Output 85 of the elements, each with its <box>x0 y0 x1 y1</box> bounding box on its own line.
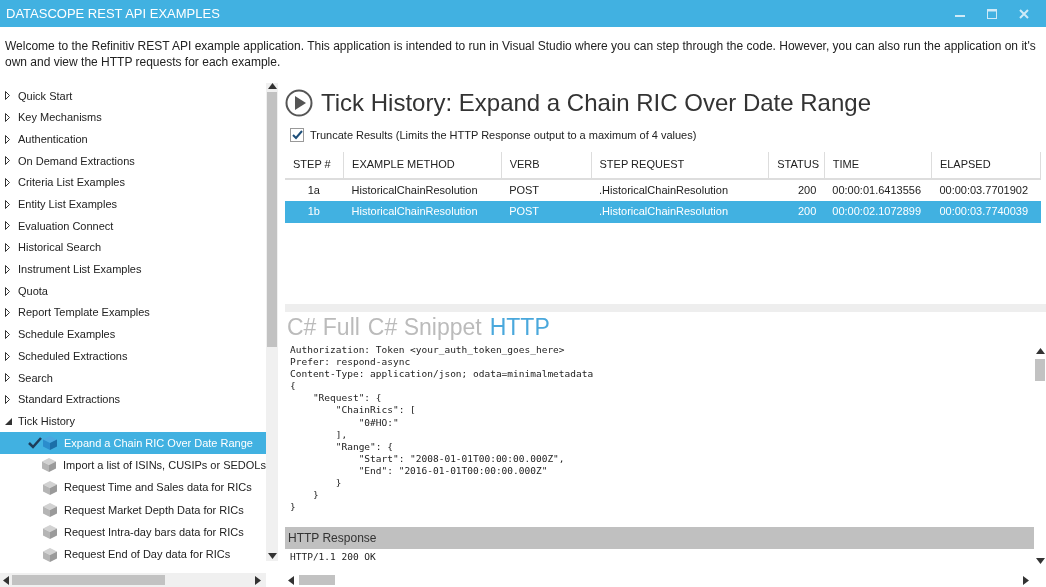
tree-item[interactable]: Standard Extractions <box>18 391 121 408</box>
tree-item[interactable]: Request End of Day data for RICs <box>0 543 266 566</box>
column-header[interactable]: TIME <box>824 151 932 179</box>
response-code: HTTP/1.1 200 OK <box>290 551 377 564</box>
cube-icon <box>42 546 58 563</box>
window-title: DATASCOPE REST API EXAMPLES <box>6 4 220 23</box>
tree-item[interactable]: Import a list of ISINs, CUSIPs or SEDOLs <box>0 454 266 477</box>
scroll-down-icon[interactable] <box>267 553 277 559</box>
example-title: Tick History: Expand a Chain RIC Over Date Range <box>321 88 871 118</box>
cube-icon <box>42 502 58 519</box>
table-cell: 200 <box>768 178 825 201</box>
cube-icon <box>42 435 58 452</box>
scroll-right-icon[interactable] <box>255 575 261 585</box>
expand-icon[interactable] <box>5 178 12 188</box>
table-cell: HistoricalChainResolution <box>343 200 502 223</box>
tree-item[interactable]: Report Template Examples <box>18 304 150 321</box>
column-header[interactable]: ELAPSED <box>931 151 1041 179</box>
scroll-left-icon[interactable] <box>288 575 294 585</box>
cube-icon <box>42 479 58 496</box>
scrollbar-thumb[interactable] <box>299 575 335 585</box>
expand-icon[interactable] <box>5 264 12 274</box>
checkbox[interactable] <box>290 128 304 143</box>
scroll-left-icon[interactable] <box>3 575 9 585</box>
collapse-icon[interactable] <box>5 417 12 425</box>
table-cell: 1b <box>285 200 344 223</box>
column-header[interactable]: STATUS <box>768 151 825 179</box>
expand-icon[interactable] <box>5 199 12 209</box>
table-cell: 1a <box>285 178 344 201</box>
intro-text: Welcome to the Refinitiv REST API example application. This application is intended to run in Visual Studio where you can step through the code. However, you can also run the application on it's own and view the HTTP requests for each example. <box>4 38 1037 71</box>
column-header[interactable]: EXAMPLE METHOD <box>343 151 502 179</box>
tree-item[interactable]: Quick Start <box>18 87 73 105</box>
scroll-right-icon[interactable] <box>1023 575 1029 585</box>
expand-icon[interactable] <box>5 113 12 123</box>
table-cell: .HistoricalChainResolution <box>591 200 769 223</box>
tree-item[interactable]: Quota <box>18 282 48 300</box>
column-header[interactable]: STEP # <box>285 151 344 179</box>
tree-item[interactable]: Request Time and Sales data for RICs <box>0 476 266 499</box>
table-cell: .HistoricalChainResolution <box>591 178 769 201</box>
play-icon[interactable] <box>285 89 313 117</box>
expand-icon[interactable] <box>5 286 12 296</box>
checkbox-label: Truncate Results (Limits the HTTP Response output to a maximum of 4 values) <box>310 128 697 143</box>
tree-item[interactable]: Criteria List Examples <box>18 174 125 191</box>
tree-item[interactable]: On Demand Extractions <box>18 152 135 170</box>
table-cell: HistoricalChainResolution <box>343 178 502 201</box>
table-cell: 00:00:02.1072899 <box>824 200 932 223</box>
scroll-up-icon[interactable] <box>267 83 277 89</box>
expand-icon[interactable] <box>5 373 12 383</box>
table-cell: 00:00:03.7701902 <box>931 178 1041 201</box>
table-cell: POST <box>501 200 592 223</box>
table-cell: 200 <box>768 200 825 223</box>
expand-icon[interactable] <box>5 351 12 361</box>
scrollbar-thumb[interactable] <box>267 92 277 347</box>
cube-icon <box>42 524 58 541</box>
tree-item[interactable]: Request Market Depth Data for RICs <box>0 498 266 522</box>
expand-icon[interactable] <box>5 243 12 253</box>
tree-item[interactable]: Scheduled Extractions <box>18 347 128 365</box>
tree-item[interactable]: Request Intra-day bars data for RICs <box>0 521 266 544</box>
tree-item[interactable]: Entity List Examples <box>18 196 118 213</box>
request-code: Authorization: Token <your_auth_token_goes_here> Prefer: respond-async Content-Type: application/json; odata=minimalmetadata { "Request": { "ChainRics": [ "0#HO:" ], "Range": { "Start": "2008-01-01T00:00:00.000Z", "End": "2016-01-01T00:00:00.000Z" } } } <box>290 344 595 514</box>
expand-icon[interactable] <box>5 91 12 101</box>
tree-item[interactable]: Search <box>18 369 53 387</box>
tree-item[interactable]: Evaluation Connect <box>18 217 114 235</box>
scroll-up-icon[interactable] <box>1035 348 1045 354</box>
tree-item[interactable]: Authentication <box>18 130 88 148</box>
expand-icon[interactable] <box>5 156 12 166</box>
expand-icon[interactable] <box>5 308 12 318</box>
expand-icon[interactable] <box>5 329 12 339</box>
scroll-down-icon[interactable] <box>1035 558 1045 564</box>
tree-item[interactable]: Historical Search <box>18 239 102 256</box>
expand-icon[interactable] <box>5 221 12 231</box>
table-cell: 00:00:03.7740039 <box>931 200 1041 223</box>
tree-item[interactable]: Schedule Examples <box>18 326 116 343</box>
tree-item[interactable]: Key Mechanisms <box>18 109 102 126</box>
expand-icon[interactable] <box>5 134 12 144</box>
tree-item[interactable]: Instrument List Examples <box>18 261 142 278</box>
expand-icon[interactable] <box>5 394 12 404</box>
table-cell: 00:00:01.6413556 <box>824 178 932 201</box>
section-header: HTTP Response <box>285 527 1034 549</box>
cube-icon <box>41 457 58 474</box>
scrollbar-thumb[interactable] <box>12 575 165 585</box>
column-header[interactable]: STEP REQUEST <box>591 151 769 179</box>
tree-item[interactable]: Tick History <box>18 412 76 430</box>
column-header[interactable]: VERB <box>501 151 592 179</box>
table-cell: POST <box>501 178 592 201</box>
scrollbar-thumb[interactable] <box>1035 359 1045 381</box>
